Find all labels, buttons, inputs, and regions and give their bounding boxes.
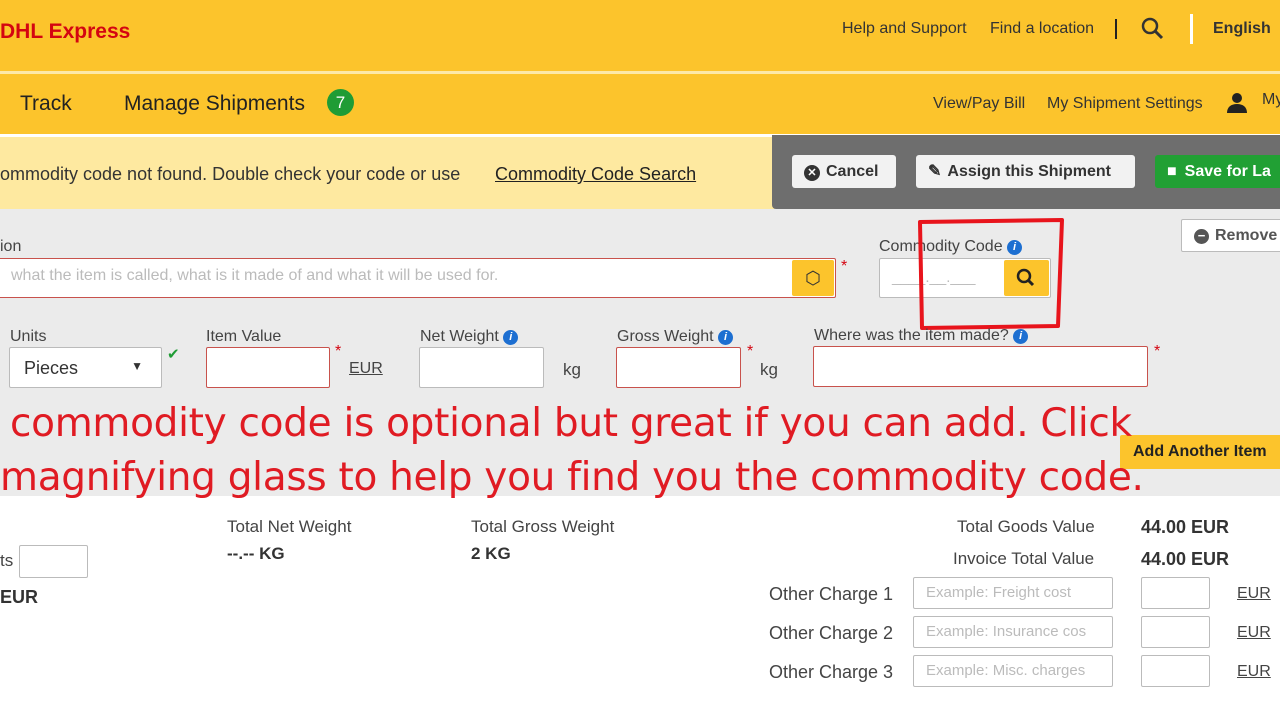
annotation-rectangle: [918, 218, 1064, 330]
total-net-weight-value: --.-- KG: [227, 544, 285, 563]
units-total-label: ts: [0, 551, 14, 570]
origin-label: Where was the item made? i: [814, 327, 1029, 345]
other-charge-amount-input[interactable]: [1141, 655, 1210, 687]
required-star: *: [841, 258, 848, 275]
kg-unit: kg: [760, 360, 778, 379]
other-charge-description-input[interactable]: Example: Misc. charges: [913, 655, 1113, 687]
placeholder: Example: Misc. charges: [926, 662, 1086, 679]
add-another-item-button[interactable]: Add Another Item: [1120, 435, 1280, 469]
shipment-settings-link[interactable]: My Shipment Settings: [1047, 95, 1203, 113]
description-placeholder: what the item is called, what is it made…: [11, 267, 499, 284]
other-charge-amount-input[interactable]: [1141, 577, 1210, 609]
shipments-count-badge: 7: [327, 89, 354, 116]
cancel-button[interactable]: ✕ Cancel: [792, 155, 896, 188]
package-icon[interactable]: ⬡: [792, 260, 834, 296]
other-charge-amount-input[interactable]: [1141, 616, 1210, 648]
invoice-total-label: Invoice Total Value: [953, 549, 1095, 568]
item-value-label: Item Value: [206, 328, 282, 345]
required-star: *: [747, 343, 754, 360]
total-net-weight-label: Total Net Weight: [227, 517, 352, 536]
edit-icon: ✎: [928, 163, 942, 180]
total-gross-weight-value: 2 KG: [471, 544, 511, 563]
nav-track[interactable]: Track: [20, 92, 72, 116]
description-label: ion: [0, 238, 22, 255]
info-icon[interactable]: i: [718, 330, 734, 345]
currency-link[interactable]: EUR: [1237, 663, 1271, 681]
assign-shipment-button[interactable]: ✎ Assign this Shipment: [916, 155, 1135, 188]
divider: [1190, 14, 1193, 44]
required-star: *: [335, 343, 342, 360]
total-gross-weight-label: Total Gross Weight: [471, 517, 615, 536]
item-value-input[interactable]: [206, 347, 330, 388]
total-goods-value-label: Total Goods Value: [957, 517, 1095, 536]
kg-unit: kg: [563, 360, 581, 379]
annotation-text-line2: magnifying glass to help you find you th…: [0, 455, 1144, 500]
description-input[interactable]: what the item is called, what is it made…: [0, 258, 836, 298]
search-icon[interactable]: [1141, 17, 1165, 41]
save-for-later-button[interactable]: ■ Save for La: [1155, 155, 1280, 188]
my-account-link[interactable]: My: [1262, 91, 1280, 109]
required-star: *: [1154, 343, 1161, 360]
find-location-link[interactable]: Find a location: [990, 20, 1094, 38]
placeholder: Example: Insurance cos: [926, 623, 1087, 640]
check-icon: ✔: [167, 346, 180, 363]
other-charge-label: Other Charge 1: [769, 584, 894, 604]
currency-link[interactable]: EUR: [1237, 624, 1271, 642]
units-total-input[interactable]: [19, 545, 88, 578]
other-charge-description-input[interactable]: Example: Insurance cos: [913, 616, 1113, 648]
remove-label: Remove: [1215, 227, 1278, 244]
view-pay-bill-link[interactable]: View/Pay Bill: [933, 95, 1025, 113]
currency-link[interactable]: EUR: [1237, 585, 1271, 603]
other-charge-description-input[interactable]: Example: Freight cost: [913, 577, 1113, 609]
save-label: Save for La: [1184, 163, 1271, 180]
units-value: Pieces: [24, 358, 79, 378]
total-goods-value: 44.00 EUR: [1141, 517, 1230, 537]
divider: [1115, 19, 1117, 39]
gross-weight-label: Gross Weight i: [617, 328, 734, 346]
currency-link[interactable]: EUR: [349, 360, 383, 378]
save-icon: ■: [1167, 163, 1177, 180]
units-select[interactable]: Pieces ▼: [9, 347, 162, 388]
net-weight-input[interactable]: [419, 347, 544, 388]
notice-text: ommodity code not found. Double check yo…: [0, 164, 461, 184]
dhl-logo: DHL Express: [0, 20, 131, 43]
language-selector[interactable]: English: [1213, 20, 1271, 38]
remove-button[interactable]: − Remove: [1181, 219, 1280, 252]
info-icon[interactable]: i: [1013, 329, 1029, 344]
user-icon[interactable]: [1226, 92, 1248, 114]
annotation-text-line1: commodity code is optional but great if …: [10, 401, 1132, 446]
other-charge-label: Other Charge 2: [769, 623, 894, 643]
info-icon[interactable]: i: [503, 330, 519, 345]
help-link[interactable]: Help and Support: [842, 20, 967, 38]
net-weight-label: Net Weight i: [420, 328, 519, 346]
cancel-label: Cancel: [826, 163, 879, 180]
gross-weight-input[interactable]: [616, 347, 741, 388]
minus-circle-icon: −: [1194, 229, 1209, 244]
placeholder: Example: Freight cost: [926, 584, 1072, 601]
units-label: Units: [10, 328, 47, 345]
assign-label: Assign this Shipment: [947, 163, 1111, 180]
close-circle-icon: ✕: [804, 165, 820, 181]
invoice-total-value: 44.00 EUR: [1141, 549, 1230, 569]
commodity-code-search-link[interactable]: Commodity Code Search: [495, 164, 696, 185]
origin-input[interactable]: [813, 346, 1148, 387]
dropdown-arrow-icon: ▼: [131, 359, 143, 373]
nav-manage-shipments[interactable]: Manage Shipments: [124, 92, 305, 116]
currency-total: EUR: [0, 587, 39, 607]
other-charge-label: Other Charge 3: [769, 662, 894, 682]
